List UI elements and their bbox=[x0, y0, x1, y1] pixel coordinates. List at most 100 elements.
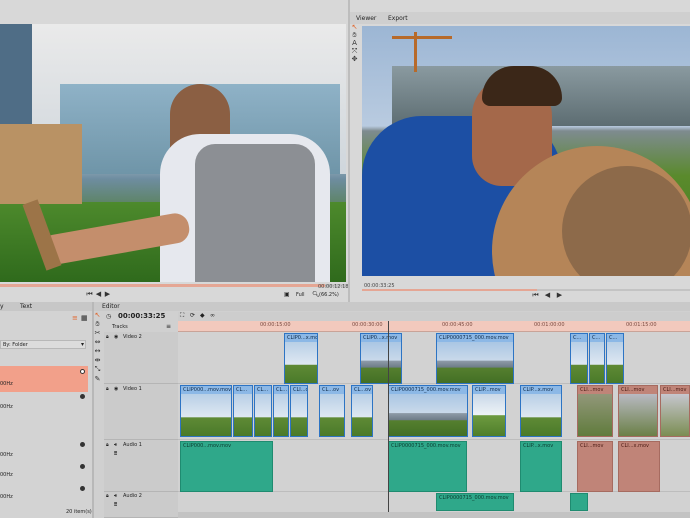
disabled-audio-clip[interactable]: CLI...mov bbox=[577, 441, 613, 492]
tracks-menu-icon[interactable]: ≡ bbox=[166, 323, 171, 330]
right-viewer-scrubber[interactable] bbox=[362, 289, 690, 291]
video-clip[interactable]: CLIP...mov bbox=[472, 385, 506, 437]
audio-clip[interactable]: CLIP...x.mov bbox=[520, 441, 562, 492]
audio-clip[interactable]: CLIP0000715_000.mov.mov bbox=[388, 441, 467, 492]
play-icon[interactable]: ▶ bbox=[556, 292, 563, 299]
video-clip[interactable]: CL... bbox=[233, 385, 253, 437]
audio-clip[interactable]: CLIP000...mov.mov bbox=[180, 441, 273, 492]
lock-icon[interactable]: 🔒︎ bbox=[106, 334, 109, 340]
video-clip[interactable]: C... bbox=[589, 333, 605, 384]
timeline-ruler[interactable]: 00:00:15:00 00:00:30:00 00:00:45:00 00:0… bbox=[178, 321, 690, 332]
disabled-audio-clip[interactable]: CLI...x.mov bbox=[618, 441, 660, 492]
list-item[interactable]: 00Hz bbox=[0, 486, 88, 502]
video-clip[interactable]: CLIP0000715_000.mov.mov bbox=[436, 333, 514, 384]
hand-icon[interactable]: ✋︎ bbox=[94, 321, 101, 328]
list-item[interactable]: 00Hz bbox=[0, 464, 88, 480]
transform-icon[interactable]: ⤧ bbox=[351, 48, 358, 55]
tab-text[interactable]: Text bbox=[20, 303, 32, 310]
prev-frame-icon[interactable]: ◀ bbox=[544, 292, 551, 299]
lock-icon[interactable]: 🔒︎ bbox=[106, 442, 109, 448]
video-clip[interactable]: CLIP0000715_000.mov.mov bbox=[388, 385, 468, 437]
grid-view-icon[interactable]: ▦ bbox=[81, 314, 88, 322]
lock-icon[interactable]: 🔒︎ bbox=[106, 493, 109, 499]
hand-icon[interactable]: ✋︎ bbox=[351, 32, 358, 39]
marker-icon[interactable]: ◆ bbox=[200, 312, 205, 319]
slide-icon[interactable]: ⇹ bbox=[94, 357, 101, 364]
disabled-clip[interactable]: CLI...mov bbox=[618, 385, 658, 437]
video-clip[interactable]: CL... bbox=[254, 385, 272, 437]
playhead[interactable] bbox=[388, 321, 389, 518]
track-header-audio-1[interactable]: 🔒︎ 🔊︎ Audio 1 ⩩ bbox=[104, 440, 178, 492]
play-icon[interactable]: ▶ bbox=[104, 291, 111, 298]
eye-icon[interactable]: ◉ bbox=[114, 334, 118, 340]
razor-icon[interactable]: ✂ bbox=[94, 330, 101, 337]
ripple-icon[interactable]: ⇔ bbox=[94, 339, 101, 346]
disabled-clip[interactable]: CLI...mov bbox=[577, 385, 613, 437]
move-icon[interactable]: ✥ bbox=[351, 56, 358, 63]
video-clip[interactable]: CLIP...x.mov bbox=[520, 385, 562, 437]
pointer-icon[interactable]: ↖ bbox=[94, 312, 101, 319]
video-clip[interactable]: CLIP0...x.mov bbox=[284, 333, 318, 384]
pen-icon[interactable]: ✎ bbox=[94, 376, 101, 383]
list-item[interactable]: 00Hz bbox=[0, 394, 88, 420]
text-tool-icon[interactable]: A bbox=[351, 40, 358, 47]
video-clip[interactable]: CL...ov bbox=[319, 385, 345, 437]
loop-icon[interactable]: ⟳ bbox=[190, 312, 195, 319]
ruler-label: 00:00:15:00 bbox=[260, 322, 291, 328]
step-back-icon[interactable]: ⏮ bbox=[86, 291, 93, 298]
chevron-down-icon: ▾ bbox=[80, 341, 84, 348]
track-header-video-2[interactable]: 🔒︎ ◉ Video 2 bbox=[104, 332, 178, 384]
disabled-clip[interactable]: CLI...mov bbox=[660, 385, 690, 437]
zoom-mode-select[interactable]: Full bbox=[296, 292, 305, 298]
zoom-level[interactable]: (66.2%) bbox=[319, 292, 339, 298]
snap-icon[interactable]: ⛶ bbox=[180, 312, 184, 320]
track-header-video-1[interactable]: 🔒︎ ◉ Video 1 bbox=[104, 384, 178, 440]
audio-clip[interactable] bbox=[570, 493, 588, 511]
video-clip[interactable]: C... bbox=[570, 333, 588, 384]
link-icon[interactable]: ∞ bbox=[210, 312, 215, 319]
audio-clip[interactable]: CLIP0000715_000.mov.mov bbox=[436, 493, 514, 511]
eye-icon[interactable]: ◉ bbox=[114, 386, 118, 392]
list-item[interactable]: 00Hz bbox=[0, 366, 88, 392]
timeline-toolbar: ⛶ ⟳ ◆ ∞ bbox=[178, 312, 690, 321]
video-clip[interactable]: CL... bbox=[273, 385, 289, 437]
video-clip[interactable]: CL...ov bbox=[351, 385, 373, 437]
waveform-icon[interactable]: ⩩ bbox=[114, 450, 117, 458]
sort-select[interactable]: By: Folder ▾ bbox=[0, 340, 86, 349]
video-clip[interactable]: CLIP0...x.mov bbox=[360, 333, 402, 384]
tab-editor[interactable]: Editor bbox=[102, 303, 120, 310]
prev-frame-icon[interactable]: ◀ bbox=[95, 291, 102, 298]
speaker-icon[interactable]: 🔊︎ bbox=[114, 493, 117, 499]
tab-library[interactable]: y bbox=[0, 303, 4, 310]
speaker-icon[interactable]: 🔊︎ bbox=[114, 442, 117, 448]
left-viewer-scrubber[interactable] bbox=[0, 284, 346, 287]
step-back-icon[interactable]: ⏮ bbox=[532, 292, 539, 299]
right-viewer-frame[interactable] bbox=[362, 26, 690, 276]
rate-icon[interactable]: ⤡ bbox=[94, 366, 101, 373]
tracks-label: Tracks bbox=[112, 324, 128, 330]
viewer-tools: ↖ ✋︎ A ⤧ ✥ bbox=[350, 24, 360, 74]
left-viewer-frame[interactable] bbox=[0, 24, 346, 282]
list-view-icon[interactable]: ≡ bbox=[72, 314, 78, 322]
fullscreen-icon[interactable]: ▣ bbox=[284, 291, 290, 298]
ruler-label: 00:00:45:00 bbox=[442, 322, 473, 328]
waveform-icon[interactable]: ⩩ bbox=[114, 501, 117, 509]
status-dot-icon bbox=[80, 394, 85, 399]
editor-timecode: 00:00:33:25 bbox=[118, 312, 166, 320]
left-viewer: 00:00:12:18 ⏮ ◀ ▶ ▣ Full 🔍︎ (66.2%) bbox=[0, 0, 349, 302]
tab-viewer[interactable]: Viewer bbox=[356, 15, 376, 22]
editor-tools: ↖ ✋︎ ✂ ⇔ ↔ ⇹ ⤡ ✎ bbox=[93, 312, 103, 512]
tab-export[interactable]: Export bbox=[388, 15, 408, 22]
left-viewer-transport: ⏮ ◀ ▶ ▣ Full 🔍︎ (66.2%) bbox=[0, 290, 346, 300]
video-clip[interactable]: C... bbox=[606, 333, 624, 384]
status-dot-icon bbox=[80, 369, 85, 374]
timeline-scrollbar[interactable] bbox=[178, 512, 690, 518]
track-header-audio-2[interactable]: 🔒︎ 🔊︎ Audio 2 ⩩ bbox=[104, 492, 178, 518]
slip-icon[interactable]: ↔ bbox=[94, 348, 101, 355]
clock-icon: ◷ bbox=[106, 313, 112, 320]
pointer-icon[interactable]: ↖ bbox=[351, 24, 358, 31]
video-clip[interactable]: CLI...ov bbox=[290, 385, 308, 437]
video-clip[interactable]: CLIP000...mov.mov bbox=[180, 385, 232, 437]
item-count: 20 item(s) bbox=[66, 509, 92, 515]
lock-icon[interactable]: 🔒︎ bbox=[106, 386, 109, 392]
